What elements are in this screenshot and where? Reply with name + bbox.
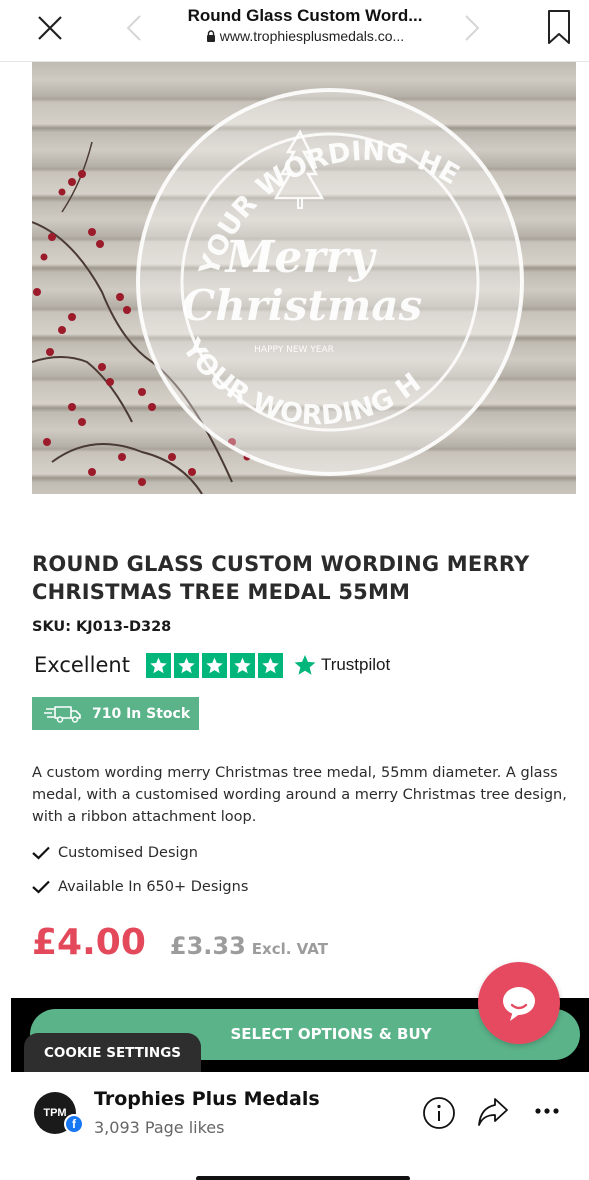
browser-url[interactable]: www.trophiesplusmedals.co... bbox=[160, 28, 450, 44]
glass-medal: YOUR WORDING HERE YOUR WORDING HERE Merr… bbox=[32, 62, 524, 476]
page-likes: 3,093 Page likes bbox=[94, 1118, 225, 1137]
stock-text: 710 In Stock bbox=[92, 705, 191, 722]
facebook-page-footer: TPM f Trophies Plus Medals 3,093 Page li… bbox=[0, 1072, 589, 1180]
trustpilot-star-icon bbox=[294, 655, 316, 675]
star-icon bbox=[257, 652, 283, 678]
stock-badge: 710 In Stock bbox=[32, 697, 199, 730]
delivery-truck-icon bbox=[44, 705, 81, 723]
star-icon bbox=[201, 652, 227, 678]
product-sku: SKU: KJ013-D328 bbox=[32, 619, 172, 635]
cookie-settings-button[interactable]: COOKIE SETTINGS bbox=[24, 1033, 201, 1072]
bookmark-icon[interactable] bbox=[544, 8, 574, 46]
trustpilot-label: Trustpilot bbox=[320, 655, 391, 674]
facebook-icon: f bbox=[64, 1114, 84, 1134]
browser-toolbar: Round Glass Custom Word... www.trophiesp… bbox=[0, 0, 589, 62]
price-inc-vat: £4.00 bbox=[32, 922, 146, 963]
chat-bubble-icon bbox=[503, 987, 535, 1021]
product-image[interactable]: YOUR WORDING HERE YOUR WORDING HERE Merr… bbox=[32, 62, 576, 494]
checkmark-icon bbox=[32, 846, 50, 860]
medal-christmas-text: Christmas bbox=[182, 281, 422, 330]
back-arrow-icon[interactable] bbox=[122, 12, 146, 44]
feature-item: Customised Design bbox=[32, 842, 198, 864]
star-icon bbox=[229, 652, 255, 678]
chat-button[interactable] bbox=[478, 962, 560, 1044]
forward-arrow-icon[interactable] bbox=[460, 12, 484, 44]
feature-item: Available In 650+ Designs bbox=[32, 876, 248, 898]
medal-illustration: YOUR WORDING HERE YOUR WORDING HERE Merr… bbox=[32, 62, 524, 494]
close-icon[interactable] bbox=[34, 12, 66, 44]
checkmark-icon bbox=[32, 880, 50, 894]
star-icon bbox=[145, 652, 171, 678]
ex-vat-label: Excl. VAT bbox=[251, 940, 328, 958]
info-icon[interactable] bbox=[422, 1096, 456, 1130]
star-icon bbox=[173, 652, 199, 678]
buy-button-label: SELECT OPTIONS & BUY bbox=[230, 1025, 432, 1043]
page-name[interactable]: Trophies Plus Medals bbox=[94, 1088, 320, 1110]
share-icon[interactable] bbox=[476, 1094, 510, 1128]
price-ex-vat: £3.33 bbox=[169, 932, 246, 960]
trustpilot-rating[interactable]: Excellent Trustpilot bbox=[34, 650, 390, 680]
feature-label: Available In 650+ Designs bbox=[58, 879, 249, 895]
home-indicator bbox=[196, 1176, 410, 1180]
feature-label: Customised Design bbox=[58, 845, 198, 861]
lock-icon bbox=[206, 30, 215, 42]
price-block: £4.00 £3.33 Excl. VAT bbox=[32, 922, 328, 963]
browser-page-title: Round Glass Custom Word... bbox=[187, 6, 423, 25]
product-title: ROUND GLASS CUSTOM WORDING MERRY CHRISTM… bbox=[32, 552, 530, 604]
medal-small-text: HAPPY NEW YEAR bbox=[254, 345, 334, 355]
rating-stars bbox=[145, 652, 283, 678]
more-options-icon[interactable] bbox=[534, 1100, 560, 1122]
product-description: A custom wording merry Christmas tree me… bbox=[32, 765, 567, 825]
page-title-box: Round Glass Custom Word... www.trophiesp… bbox=[160, 6, 450, 44]
browser-url-text: www.trophiesplusmedals.co... bbox=[219, 28, 405, 44]
rating-word: Excellent bbox=[34, 653, 130, 677]
medal-merry-text: Merry bbox=[224, 232, 378, 283]
